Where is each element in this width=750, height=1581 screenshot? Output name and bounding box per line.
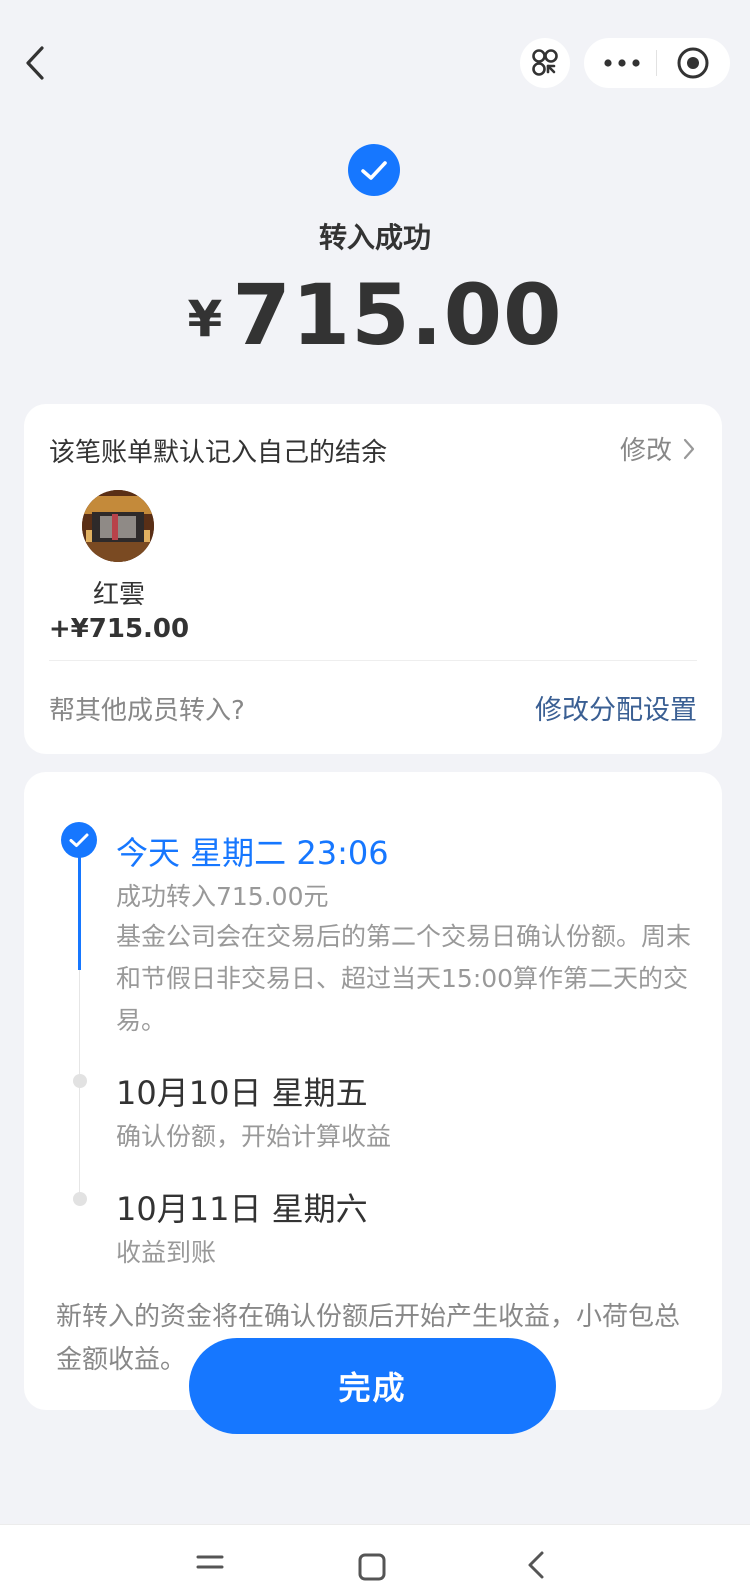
- step-3-line-1: 收益到账: [116, 1238, 217, 1267]
- more-button[interactable]: [584, 38, 656, 88]
- member-name: 红雲: [92, 580, 145, 610]
- timeline-card: 今天 星期二 23:06 成功转入715.00元 基金公司会在交易后的第二个交易…: [24, 772, 722, 1410]
- step-2-line-1: 确认份额，开始计算收益: [116, 1122, 392, 1151]
- step-2-heading: 10月10日 星期五: [116, 1074, 368, 1112]
- back-button[interactable]: [18, 40, 58, 86]
- menu-icon[interactable]: [190, 1547, 230, 1581]
- step-1-line-2: 基金公司会在交易后的第二个交易日确认份额。周末和节假日非交易日、超过当天15:0…: [116, 922, 692, 1035]
- avatar: [82, 490, 154, 562]
- step-3-dot: [73, 1192, 87, 1206]
- modify-allocation-link[interactable]: 修改分配设置: [535, 688, 697, 727]
- amount-value: 715.00: [232, 266, 563, 364]
- step-1-line-1: 成功转入715.00元: [116, 882, 329, 911]
- other-member-prompt: 帮其他成员转入?: [49, 696, 245, 726]
- chevron-left-icon: [26, 46, 44, 80]
- page-title: 转入成功: [318, 221, 431, 254]
- close-mini-program-button[interactable]: [657, 38, 730, 88]
- check-circle-icon: [348, 144, 400, 196]
- more-dots-icon: [604, 59, 640, 67]
- done-button[interactable]: 完成: [189, 1338, 556, 1434]
- transfer-amount: ¥715.00: [0, 266, 750, 364]
- allocation-hint: 该笔账单默认记入自己的结余: [49, 438, 388, 468]
- chevron-right-icon: [683, 438, 695, 459]
- allocation-card: 该笔账单默认记入自己的结余 修改 红雲 +¥715.00 帮其他成员转入? 修改…: [24, 404, 722, 754]
- home-icon[interactable]: [352, 1547, 392, 1581]
- step-2-dot: [73, 1074, 87, 1088]
- app-root: 转入成功 ¥715.00 该笔账单默认记入自己的结余 修改 红雲 +¥715.0…: [0, 0, 750, 1581]
- member-amount: +¥715.00: [48, 614, 190, 644]
- mini-program-icon: [532, 49, 558, 76]
- system-nav-bar: [0, 1524, 750, 1581]
- back-key-icon[interactable]: [516, 1547, 556, 1581]
- step-done-icon: [61, 822, 97, 858]
- target-circle-icon: [677, 47, 709, 79]
- currency-symbol: ¥: [187, 290, 223, 348]
- edit-label: 修改: [619, 436, 672, 466]
- mini-program-button[interactable]: [520, 38, 570, 88]
- edit-allocation-link[interactable]: 修改: [620, 430, 696, 467]
- divider: [49, 660, 697, 661]
- mini-program-capsule: [584, 38, 730, 88]
- step-1-heading: 今天 星期二 23:06: [116, 834, 389, 872]
- step-3-heading: 10月11日 星期六: [116, 1190, 368, 1228]
